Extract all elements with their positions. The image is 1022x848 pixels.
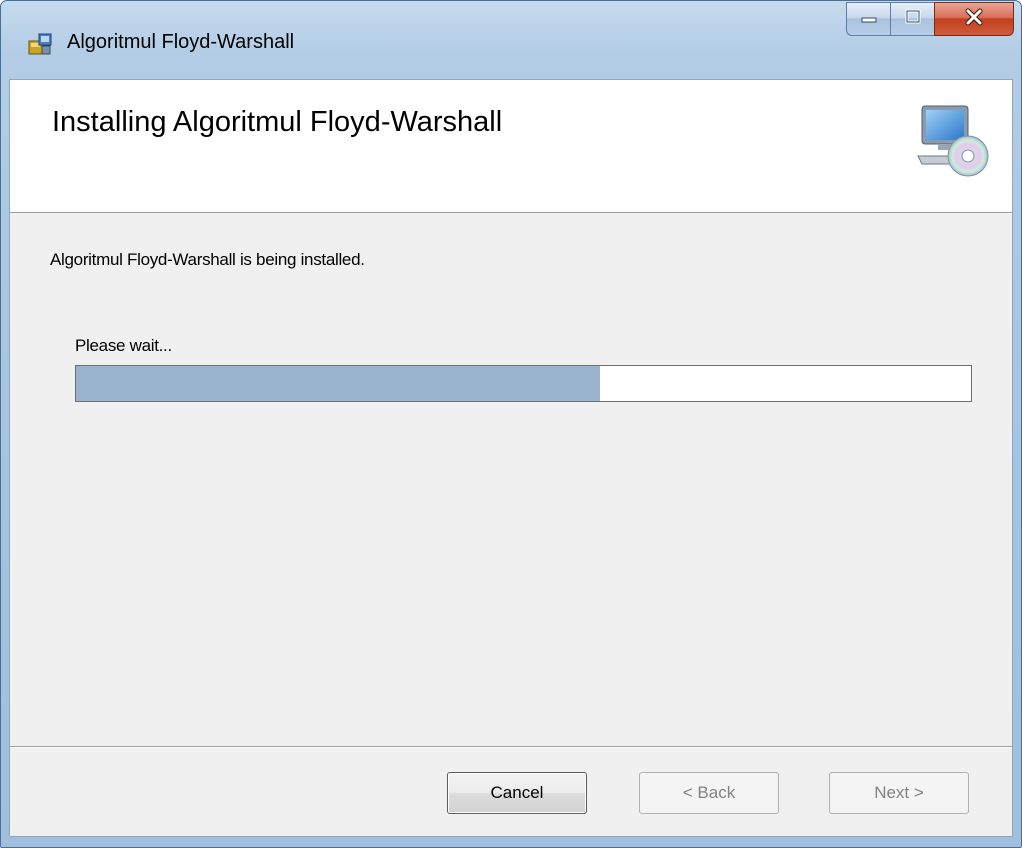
minimize-button[interactable] <box>846 2 890 36</box>
computer-cd-icon <box>916 104 990 178</box>
cancel-button[interactable]: Cancel <box>447 772 587 814</box>
window-title: Algoritmul Floyd-Warshall <box>67 31 295 53</box>
header-banner: Installing Algoritmul Floyd-Warshall <box>10 80 1012 213</box>
maximize-icon <box>904 9 922 30</box>
install-progress-bar <box>75 365 972 402</box>
close-button[interactable] <box>934 2 1014 36</box>
footer-divider <box>10 746 1012 748</box>
install-status-text: Algoritmul Floyd-Warshall is being insta… <box>50 250 365 269</box>
please-wait-label: Please wait... <box>75 336 172 355</box>
installer-app-icon[interactable] <box>27 32 53 56</box>
maximize-button[interactable] <box>890 2 934 36</box>
dialog-client-area: Installing Algoritmul Floyd-Warshall Alg… <box>9 79 1013 837</box>
banner-heading: Installing Algoritmul Floyd-Warshall <box>52 106 503 138</box>
installer-window: Algoritmul Floyd-Warshall Installing Alg… <box>0 0 1022 848</box>
next-button[interactable]: Next > <box>829 772 969 814</box>
minimize-icon <box>860 10 878 28</box>
title-bar[interactable]: Algoritmul Floyd-Warshall <box>1 1 1021 79</box>
close-icon <box>963 7 985 32</box>
progress-fill <box>76 366 600 401</box>
caption-buttons <box>846 2 1014 38</box>
back-button[interactable]: < Back <box>639 772 779 814</box>
